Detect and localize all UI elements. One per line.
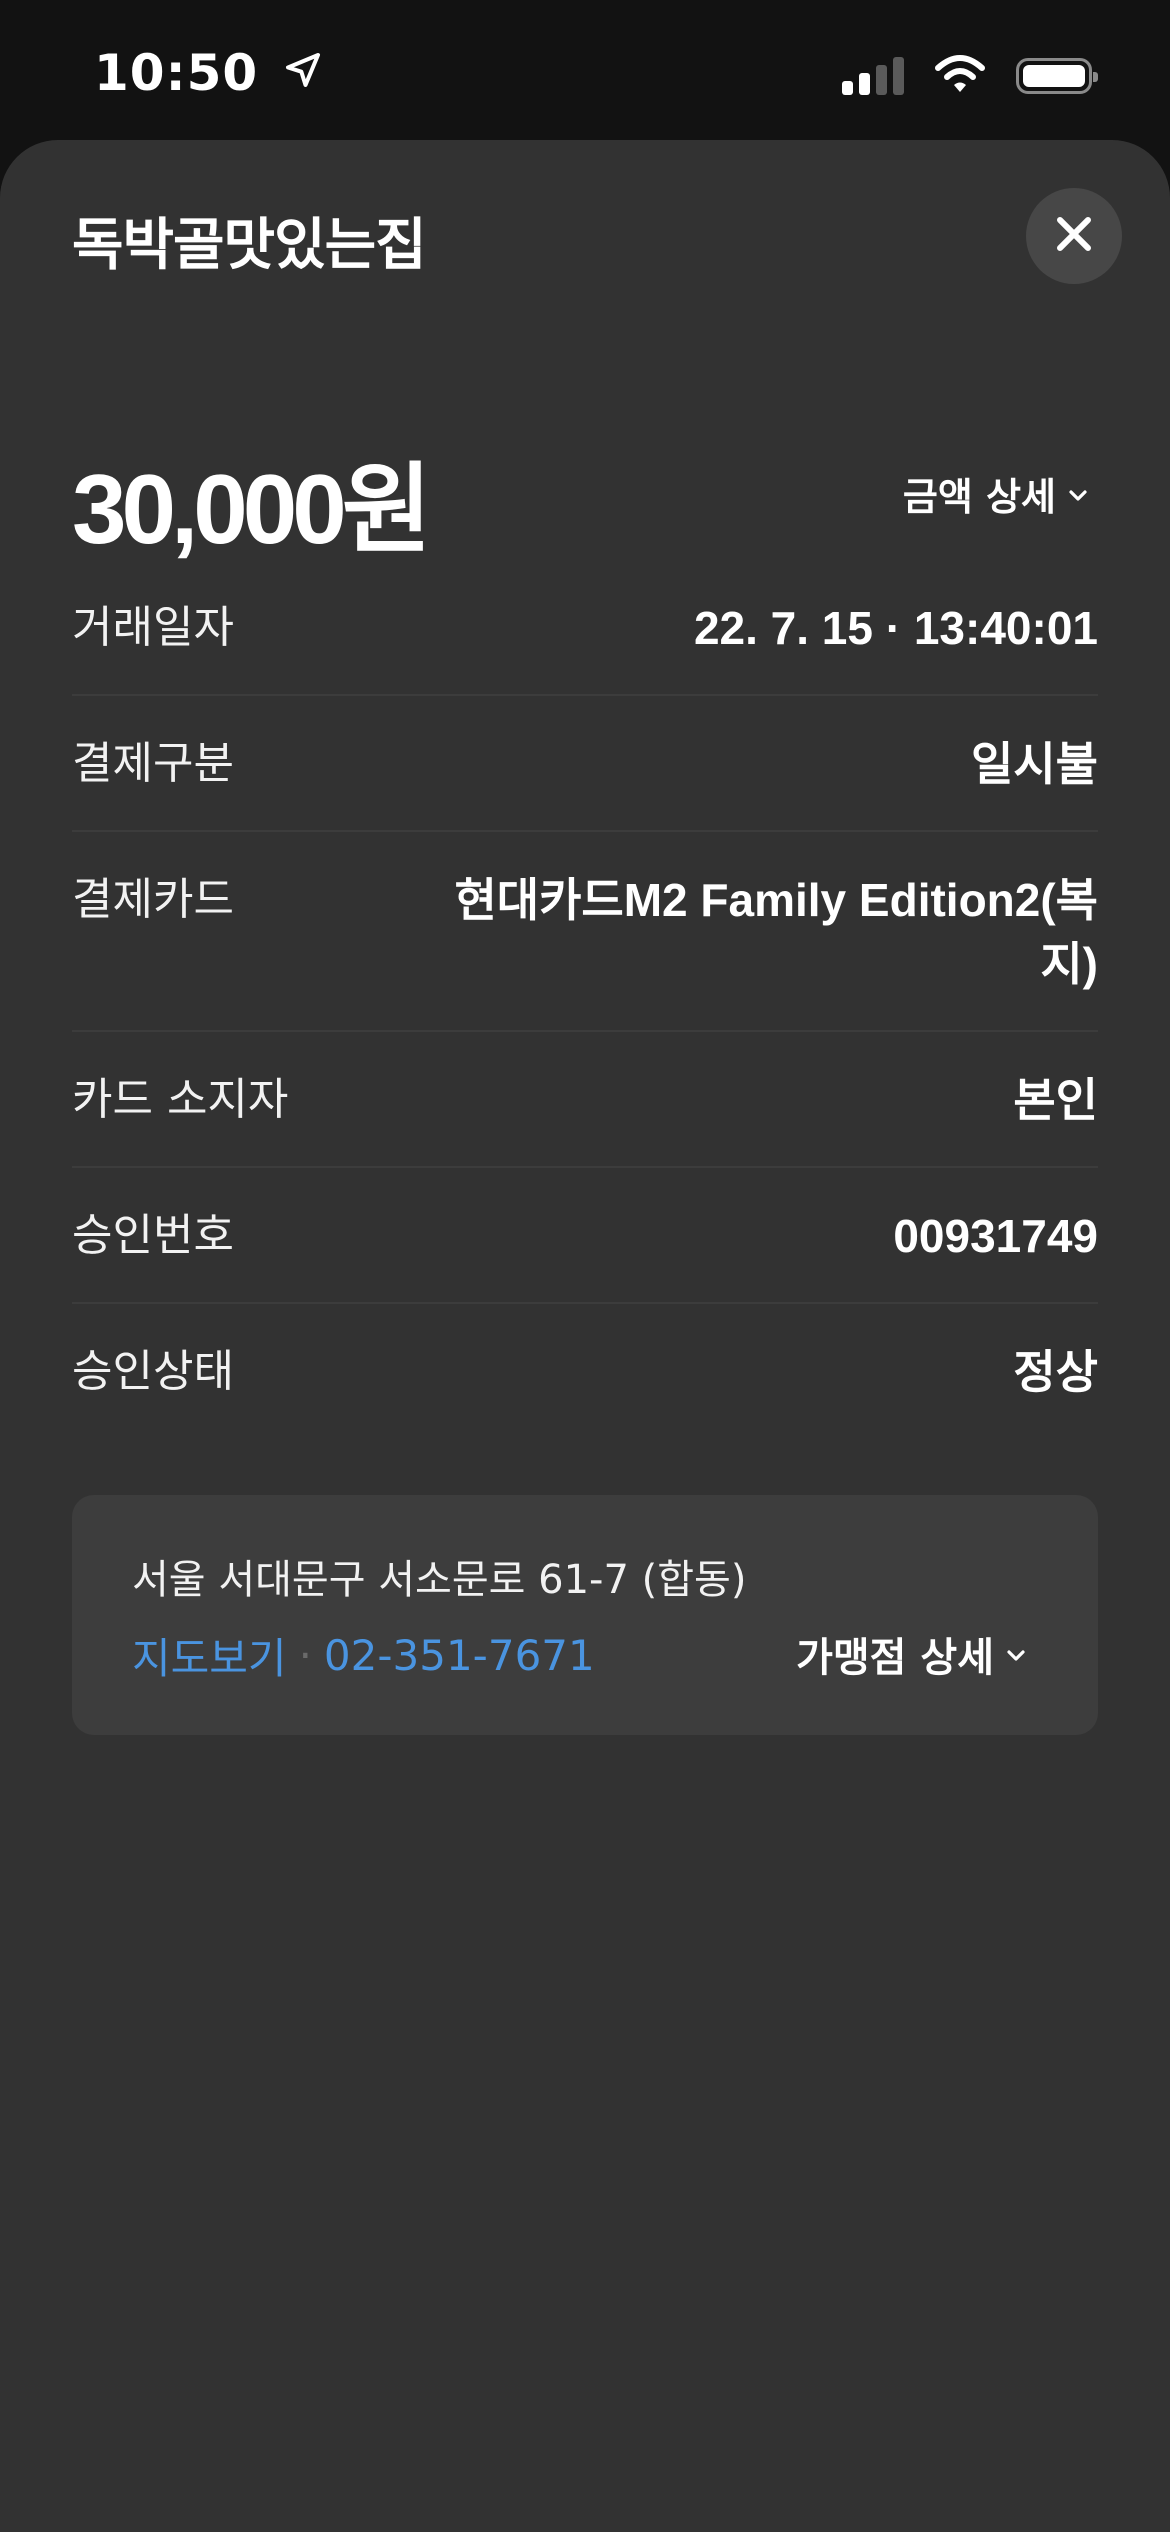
close-button[interactable]	[1026, 188, 1122, 284]
row-approval-status: 승인상태 정상	[72, 1304, 1098, 1438]
merchant-info-card: 서울 서대문구 서소문로 61-7 (합동) 지도보기 · 02-351-767…	[72, 1495, 1098, 1735]
row-value: 00931749	[893, 1210, 1098, 1262]
row-payment-card: 결제카드 현대카드M2 Family Edition2(복지)	[72, 832, 1098, 1032]
row-approval-number: 승인번호 00931749	[72, 1168, 1098, 1304]
battery-icon	[1016, 58, 1098, 94]
amount-detail-label: 금액 상세	[902, 475, 1056, 519]
amount-text: 30,000원	[72, 454, 432, 564]
wifi-icon	[934, 54, 986, 98]
merchant-address: 서울 서대문구 서소문로 61-7 (합동)	[132, 1557, 747, 1603]
merchant-links: 지도보기 · 02-351-7671	[132, 1625, 595, 1686]
status-time: 10:50	[94, 44, 323, 106]
merchant-title: 독박골맛있는집	[72, 213, 427, 278]
row-label: 거래일자	[72, 602, 234, 653]
location-arrow-icon	[283, 44, 323, 102]
row-value: 일시불	[971, 738, 1098, 790]
row-value: 정상	[1013, 1346, 1098, 1398]
row-label: 결제구분	[72, 738, 234, 789]
chevron-down-icon	[1066, 472, 1090, 516]
time-text: 10:50	[94, 44, 259, 102]
row-value: 22. 7. 15 · 13:40:01	[693, 602, 1098, 654]
row-value: 본인	[1013, 1074, 1098, 1126]
row-transaction-date: 거래일자 22. 7. 15 · 13:40:01	[72, 560, 1098, 696]
map-link[interactable]: 지도보기	[132, 1625, 287, 1686]
merchant-detail-label: 가맹점 상세	[796, 1635, 994, 1681]
row-card-holder: 카드 소지자 본인	[72, 1032, 1098, 1168]
chevron-down-icon	[1004, 1631, 1028, 1677]
status-bar: 10:50	[0, 0, 1170, 140]
transaction-detail-sheet: 독박골맛있는집 30,000원 금액 상세 거래일자 22. 7. 15 · 1…	[0, 140, 1170, 2532]
row-label: 승인번호	[72, 1210, 234, 1261]
row-value: 현대카드M2 Family Edition2(복지)	[454, 874, 1098, 990]
row-label: 결제카드	[72, 874, 234, 925]
phone-link[interactable]: 02-351-7671	[324, 1631, 595, 1680]
merchant-detail-button[interactable]: 가맹점 상세	[796, 1625, 1028, 1683]
amount-detail-button[interactable]: 금액 상세	[903, 466, 1090, 521]
row-payment-type: 결제구분 일시불	[72, 696, 1098, 832]
separator-dot: ·	[298, 1631, 312, 1680]
transaction-info-list: 거래일자 22. 7. 15 · 13:40:01 결제구분 일시불 결제카드 …	[72, 560, 1098, 1438]
status-icons	[842, 54, 1098, 98]
close-icon	[1055, 215, 1093, 257]
cellular-signal-icon	[842, 57, 904, 95]
row-label: 승인상태	[72, 1346, 234, 1397]
row-label: 카드 소지자	[72, 1074, 289, 1125]
